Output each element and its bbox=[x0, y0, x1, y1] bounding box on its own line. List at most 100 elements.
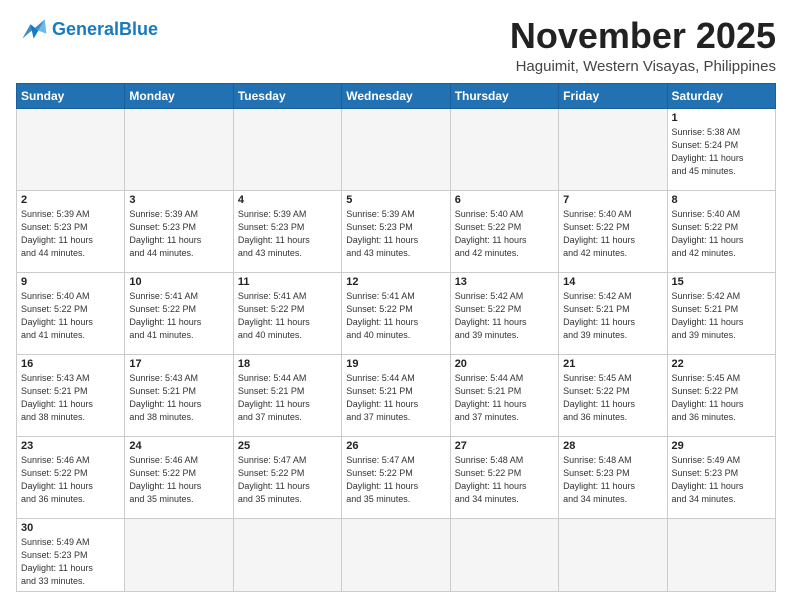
calendar-cell: 7 Sunrise: 5:40 AM Sunset: 5:22 PM Daylig… bbox=[559, 190, 667, 272]
day-info: Sunrise: 5:46 AM Sunset: 5:22 PM Dayligh… bbox=[129, 454, 228, 506]
logo: GeneralBlue bbox=[16, 16, 158, 42]
calendar-week-5: 23 Sunrise: 5:46 AM Sunset: 5:22 PM Dayli… bbox=[17, 436, 776, 518]
day-info: Sunrise: 5:42 AM Sunset: 5:22 PM Dayligh… bbox=[455, 290, 554, 342]
calendar-cell: 26 Sunrise: 5:47 AM Sunset: 5:22 PM Dayli… bbox=[342, 436, 450, 518]
page: GeneralBlue November 2025 Haguimit, West… bbox=[0, 0, 792, 602]
day-info: Sunrise: 5:42 AM Sunset: 5:21 PM Dayligh… bbox=[672, 290, 771, 342]
day-info: Sunrise: 5:39 AM Sunset: 5:23 PM Dayligh… bbox=[238, 208, 337, 260]
calendar-cell bbox=[233, 518, 341, 591]
day-number: 15 bbox=[672, 276, 771, 288]
day-number: 12 bbox=[346, 276, 445, 288]
logo-text: GeneralBlue bbox=[52, 20, 158, 38]
day-info: Sunrise: 5:43 AM Sunset: 5:21 PM Dayligh… bbox=[129, 372, 228, 424]
day-number: 29 bbox=[672, 440, 771, 452]
calendar-cell: 28Sunrise: 5:48 AM Sunset: 5:23 PM Dayli… bbox=[559, 436, 667, 518]
calendar-cell: 11Sunrise: 5:41 AM Sunset: 5:22 PM Dayli… bbox=[233, 272, 341, 354]
weekday-header-wednesday: Wednesday bbox=[342, 83, 450, 108]
weekday-header-row: SundayMondayTuesdayWednesdayThursdayFrid… bbox=[17, 83, 776, 108]
day-number: 6 bbox=[455, 194, 554, 206]
day-info: Sunrise: 5:39 AM Sunset: 5:23 PM Dayligh… bbox=[346, 208, 445, 260]
calendar-cell bbox=[559, 518, 667, 591]
day-number: 18 bbox=[238, 358, 337, 370]
day-info: Sunrise: 5:40 AM Sunset: 5:22 PM Dayligh… bbox=[21, 290, 120, 342]
calendar-cell bbox=[450, 518, 558, 591]
calendar-cell bbox=[667, 518, 775, 591]
day-info: Sunrise: 5:38 AM Sunset: 5:24 PM Dayligh… bbox=[672, 126, 771, 178]
calendar-cell: 12Sunrise: 5:41 AM Sunset: 5:22 PM Dayli… bbox=[342, 272, 450, 354]
calendar-cell bbox=[559, 108, 667, 190]
day-number: 7 bbox=[563, 194, 662, 206]
day-info: Sunrise: 5:44 AM Sunset: 5:21 PM Dayligh… bbox=[346, 372, 445, 424]
day-number: 23 bbox=[21, 440, 120, 452]
day-number: 20 bbox=[455, 358, 554, 370]
day-info: Sunrise: 5:48 AM Sunset: 5:22 PM Dayligh… bbox=[455, 454, 554, 506]
calendar-cell: 29 Sunrise: 5:49 AM Sunset: 5:23 PM Dayli… bbox=[667, 436, 775, 518]
calendar-cell bbox=[233, 108, 341, 190]
day-info: Sunrise: 5:40 AM Sunset: 5:22 PM Dayligh… bbox=[563, 208, 662, 260]
calendar-cell: 2Sunrise: 5:39 AM Sunset: 5:23 PM Daylig… bbox=[17, 190, 125, 272]
calendar-cell: 5 Sunrise: 5:39 AM Sunset: 5:23 PM Daylig… bbox=[342, 190, 450, 272]
weekday-header-thursday: Thursday bbox=[450, 83, 558, 108]
calendar-cell: 15 Sunrise: 5:42 AM Sunset: 5:21 PM Dayli… bbox=[667, 272, 775, 354]
calendar-cell: 17 Sunrise: 5:43 AM Sunset: 5:21 PM Dayli… bbox=[125, 354, 233, 436]
day-info: Sunrise: 5:42 AM Sunset: 5:21 PM Dayligh… bbox=[563, 290, 662, 342]
calendar-cell: 22Sunrise: 5:45 AM Sunset: 5:22 PM Dayli… bbox=[667, 354, 775, 436]
day-number: 17 bbox=[129, 358, 228, 370]
calendar-cell: 14 Sunrise: 5:42 AM Sunset: 5:21 PM Dayli… bbox=[559, 272, 667, 354]
day-number: 21 bbox=[563, 358, 662, 370]
calendar-cell bbox=[450, 108, 558, 190]
day-info: Sunrise: 5:46 AM Sunset: 5:22 PM Dayligh… bbox=[21, 454, 120, 506]
calendar-cell bbox=[125, 518, 233, 591]
day-number: 1 bbox=[672, 112, 771, 124]
calendar-cell: 13Sunrise: 5:42 AM Sunset: 5:22 PM Dayli… bbox=[450, 272, 558, 354]
calendar-cell bbox=[342, 518, 450, 591]
day-info: Sunrise: 5:43 AM Sunset: 5:21 PM Dayligh… bbox=[21, 372, 120, 424]
calendar-cell: 4Sunrise: 5:39 AM Sunset: 5:23 PM Daylig… bbox=[233, 190, 341, 272]
day-number: 3 bbox=[129, 194, 228, 206]
logo-area: GeneralBlue bbox=[16, 16, 158, 42]
calendar-cell: 19 Sunrise: 5:44 AM Sunset: 5:21 PM Dayli… bbox=[342, 354, 450, 436]
calendar-cell: 6Sunrise: 5:40 AM Sunset: 5:22 PM Daylig… bbox=[450, 190, 558, 272]
weekday-header-sunday: Sunday bbox=[17, 83, 125, 108]
weekday-header-friday: Friday bbox=[559, 83, 667, 108]
calendar-cell: 23 Sunrise: 5:46 AM Sunset: 5:22 PM Dayli… bbox=[17, 436, 125, 518]
calendar-week-3: 9Sunrise: 5:40 AM Sunset: 5:22 PM Daylig… bbox=[17, 272, 776, 354]
calendar-cell: 30Sunrise: 5:49 AM Sunset: 5:23 PM Dayli… bbox=[17, 518, 125, 591]
day-info: Sunrise: 5:49 AM Sunset: 5:23 PM Dayligh… bbox=[672, 454, 771, 506]
day-number: 10 bbox=[129, 276, 228, 288]
day-number: 8 bbox=[672, 194, 771, 206]
calendar-cell: 3Sunrise: 5:39 AM Sunset: 5:23 PM Daylig… bbox=[125, 190, 233, 272]
calendar-cell: 16 Sunrise: 5:43 AM Sunset: 5:21 PM Dayli… bbox=[17, 354, 125, 436]
calendar-cell: 20Sunrise: 5:44 AM Sunset: 5:21 PM Dayli… bbox=[450, 354, 558, 436]
day-number: 5 bbox=[346, 194, 445, 206]
calendar-week-2: 2Sunrise: 5:39 AM Sunset: 5:23 PM Daylig… bbox=[17, 190, 776, 272]
day-info: Sunrise: 5:44 AM Sunset: 5:21 PM Dayligh… bbox=[238, 372, 337, 424]
calendar-cell: 21Sunrise: 5:45 AM Sunset: 5:22 PM Dayli… bbox=[559, 354, 667, 436]
logo-general: General bbox=[52, 19, 119, 39]
location: Haguimit, Western Visayas, Philippines bbox=[510, 58, 776, 75]
weekday-header-tuesday: Tuesday bbox=[233, 83, 341, 108]
calendar-cell: 18 Sunrise: 5:44 AM Sunset: 5:21 PM Dayli… bbox=[233, 354, 341, 436]
month-title: November 2025 bbox=[510, 16, 776, 56]
calendar-cell: 9Sunrise: 5:40 AM Sunset: 5:22 PM Daylig… bbox=[17, 272, 125, 354]
day-number: 26 bbox=[346, 440, 445, 452]
day-number: 30 bbox=[21, 522, 120, 534]
title-area: November 2025 Haguimit, Western Visayas,… bbox=[510, 16, 776, 75]
calendar-cell: 27 Sunrise: 5:48 AM Sunset: 5:22 PM Dayli… bbox=[450, 436, 558, 518]
day-info: Sunrise: 5:45 AM Sunset: 5:22 PM Dayligh… bbox=[672, 372, 771, 424]
logo-icon bbox=[16, 16, 48, 42]
day-number: 25 bbox=[238, 440, 337, 452]
day-number: 14 bbox=[563, 276, 662, 288]
calendar-cell bbox=[125, 108, 233, 190]
day-info: Sunrise: 5:40 AM Sunset: 5:22 PM Dayligh… bbox=[672, 208, 771, 260]
day-info: Sunrise: 5:41 AM Sunset: 5:22 PM Dayligh… bbox=[129, 290, 228, 342]
weekday-header-saturday: Saturday bbox=[667, 83, 775, 108]
day-number: 19 bbox=[346, 358, 445, 370]
logo-blue: Blue bbox=[119, 19, 158, 39]
day-number: 16 bbox=[21, 358, 120, 370]
day-number: 27 bbox=[455, 440, 554, 452]
calendar-week-6: 30Sunrise: 5:49 AM Sunset: 5:23 PM Dayli… bbox=[17, 518, 776, 591]
calendar-cell: 10 Sunrise: 5:41 AM Sunset: 5:22 PM Dayli… bbox=[125, 272, 233, 354]
day-info: Sunrise: 5:47 AM Sunset: 5:22 PM Dayligh… bbox=[346, 454, 445, 506]
calendar-cell: 8 Sunrise: 5:40 AM Sunset: 5:22 PM Daylig… bbox=[667, 190, 775, 272]
